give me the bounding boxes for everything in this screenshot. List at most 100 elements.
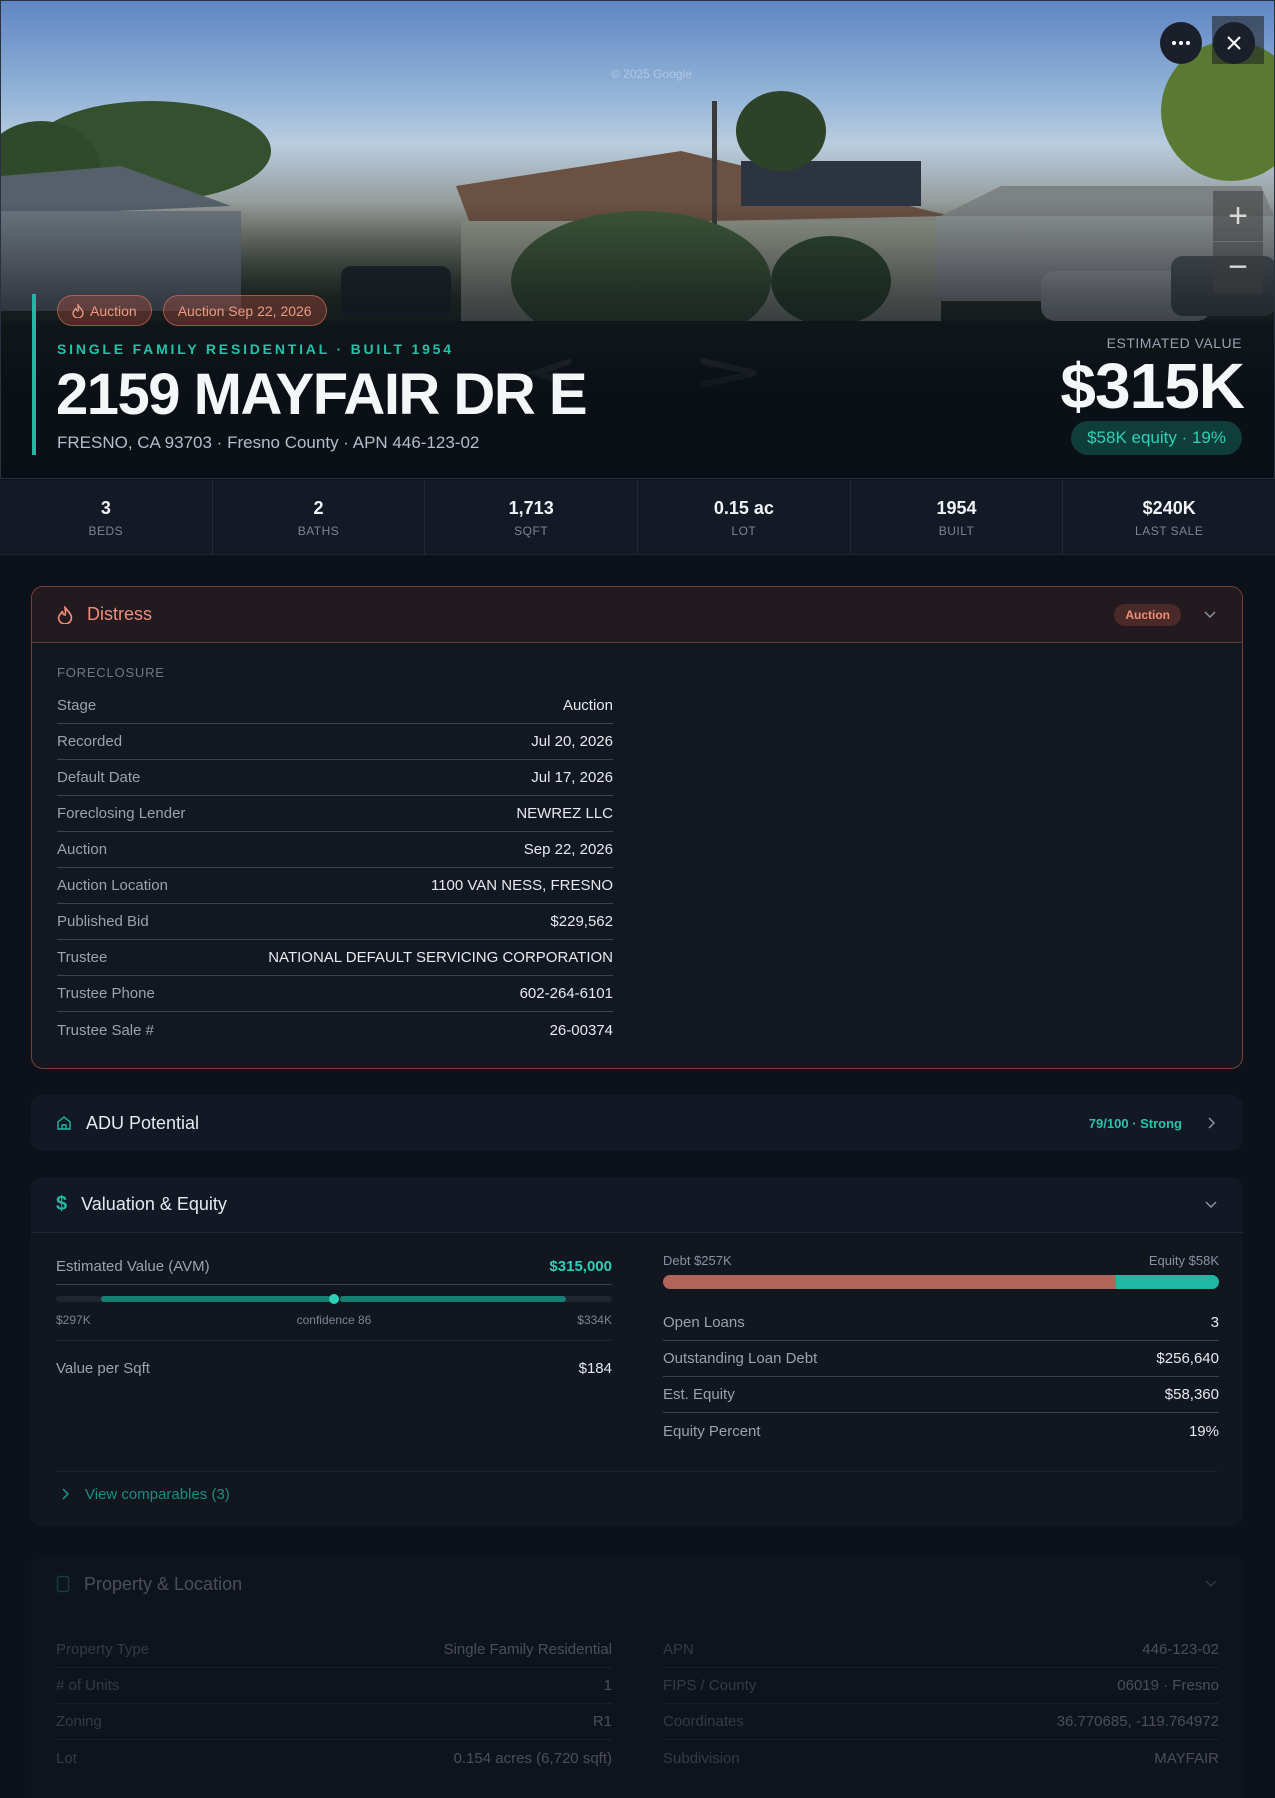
detail-value: Jul 17, 2026 [531, 769, 613, 786]
stat-label: LOT [731, 524, 757, 538]
equity-label: Equity $58K [1148, 1253, 1219, 1268]
detail-row: Stage Auction [57, 688, 613, 724]
hero-accent-bar [32, 294, 36, 455]
street-view-hero[interactable]: © 2025 Google + − Auction Auction Sep 22… [0, 0, 1275, 479]
detail-key: Auction Location [57, 877, 168, 894]
link-label: View comparables (3) [85, 1485, 230, 1503]
avm-value: $315,000 [549, 1258, 612, 1275]
detail-row: Default Date Jul 17, 2026 [57, 760, 613, 796]
zoom-controls: + − [1213, 191, 1263, 293]
detail-row: Property Type Single Family Residential [56, 1632, 612, 1668]
valuation-panel-header[interactable]: $ Valuation & Equity [31, 1177, 1243, 1233]
detail-value: MAYFAIR [1154, 1749, 1219, 1767]
zoom-out-icon[interactable]: − [1213, 242, 1263, 293]
close-button[interactable] [1213, 22, 1255, 64]
detail-value: Sep 22, 2026 [523, 841, 613, 858]
stat-value: 1954 [936, 498, 977, 518]
detail-row: Trustee Sale # 26-00374 [57, 1012, 613, 1048]
detail-value: 06019 · Fresno [1117, 1677, 1219, 1694]
detail-value: 1100 VAN NESS, FRESNO [430, 877, 613, 894]
panel-title: Property & Location [84, 1573, 243, 1594]
detail-key: APN [663, 1641, 694, 1658]
detail-key: Trustee Phone [57, 985, 155, 1002]
detail-key: Default Date [57, 769, 141, 786]
adu-potential-panel[interactable]: ADU Potential 79/100 · Strong [31, 1095, 1243, 1151]
equity-details: Open Loans 3 Outstanding Loan Debt $256,64… [663, 1305, 1219, 1449]
map-copyright: © 2025 Google [611, 67, 692, 81]
property-details-left: Property Type Single Family Residential #… [56, 1632, 612, 1776]
close-icon [1227, 36, 1241, 50]
detail-key: Est. Equity [663, 1386, 735, 1403]
property-subtitle: SINGLE FAMILY RESIDENTIAL · BUILT 1954 [57, 341, 454, 357]
home-icon [57, 1116, 71, 1130]
detail-value: NATIONAL DEFAULT SERVICING CORPORATION [268, 949, 613, 966]
detail-row: Recorded Jul 20, 2026 [57, 724, 613, 760]
detail-row: Foreclosing Lender NEWREZ LLC [57, 796, 613, 832]
detail-row: Auction Location 1100 VAN NESS, FRESNO [57, 868, 613, 904]
detail-value: 3 [1210, 1314, 1219, 1331]
chevron-down-icon[interactable] [1204, 1198, 1218, 1212]
detail-value: $256,640 [1156, 1350, 1219, 1367]
detail-value: 1 [603, 1677, 612, 1694]
distress-panel-header[interactable]: Distress Auction [32, 587, 1242, 643]
detail-key: Open Loans [663, 1314, 745, 1331]
chevron-right-icon [62, 1488, 70, 1500]
stat-label: LAST SALE [1135, 524, 1204, 538]
detail-row: Outstanding Loan Debt $256,640 [663, 1341, 1219, 1377]
stat-label: SQFT [514, 524, 549, 538]
distress-panel: Distress Auction FORECLOSURE Stage Auctio… [31, 586, 1243, 1069]
stat-label: BUILT [938, 524, 975, 538]
detail-value: 0.154 acres (6,720 sqft) [453, 1749, 612, 1767]
detail-value: R1 [592, 1713, 612, 1730]
detail-key: FIPS / County [663, 1677, 757, 1694]
detail-row: Trustee NATIONAL DEFAULT SERVICING CORPOR… [57, 940, 613, 976]
stat-value: 1,713 [508, 498, 554, 518]
chevron-down-icon[interactable] [1204, 1577, 1218, 1591]
detail-row: Estimated Value (AVM) $315,000 [56, 1249, 612, 1285]
panel-title: Valuation & Equity [81, 1194, 227, 1214]
property-stats: 3 BEDS 2 BATHS 1,713 SQFT 0.15 ac LOT 1954 BU… [0, 480, 1275, 555]
status-chip-auction[interactable]: Auction [57, 295, 152, 326]
status-chips: Auction Auction Sep 22, 2026 [57, 295, 327, 326]
range-confidence: confidence 86 [296, 1313, 372, 1327]
chevron-down-icon[interactable] [1203, 608, 1217, 622]
detail-row: Open Loans 3 [663, 1305, 1219, 1341]
range-high: $334K [577, 1313, 612, 1327]
stat-beds: 3 BEDS [0, 480, 213, 554]
flame-icon [72, 303, 84, 318]
stat-last-sale: $240K LAST SALE [1063, 480, 1275, 554]
detail-value: NEWREZ LLC [516, 805, 613, 822]
detail-row: Lot 0.154 acres (6,720 sqft) [56, 1740, 612, 1776]
property-panel-header[interactable]: Property & Location [31, 1555, 1243, 1613]
range-labels: $297K confidence 86 $334K [56, 1313, 612, 1327]
property-title: 2159 MAYFAIR DR E [56, 362, 588, 427]
range-fill-high [340, 1296, 566, 1302]
equity-bar-labels: Debt $257K Equity $58K [663, 1253, 1219, 1268]
detail-key: Equity Percent [663, 1422, 761, 1440]
stat-value: $240K [1142, 498, 1196, 518]
more-options-button[interactable] [1160, 22, 1202, 64]
status-chip-auction-date[interactable]: Auction Sep 22, 2026 [162, 295, 327, 326]
equity-badge: $58K equity · 19% [1071, 421, 1242, 455]
stat-built: 1954 BUILT [851, 480, 1064, 554]
divider [56, 1471, 1218, 1472]
detail-row: Published Bid $229,562 [57, 904, 613, 940]
detail-row: Value per Sqft $184 [56, 1340, 612, 1396]
debt-segment [663, 1275, 1117, 1289]
property-address: FRESNO, CA 93703 · Fresno County · APN 4… [57, 433, 480, 452]
adu-panel-header[interactable]: ADU Potential 79/100 · Strong [31, 1095, 1243, 1151]
stat-value: 2 [313, 498, 324, 518]
detail-value: Single Family Residential [443, 1641, 612, 1658]
view-comparables-link[interactable]: View comparables (3) [61, 1479, 230, 1509]
property-details-right: APN 446-123-02 FIPS / County 06019 · Fresn… [663, 1632, 1219, 1776]
equity-section: Debt $257K Equity $58K Open Loans 3 Outst… [663, 1253, 1219, 1449]
chevron-right-icon[interactable] [1204, 1116, 1218, 1130]
panel-title: Distress [87, 604, 153, 624]
detail-key: Subdivision [663, 1749, 740, 1767]
detail-key: Property Type [56, 1641, 150, 1658]
section-label: FORECLOSURE [57, 665, 165, 680]
zoom-in-icon[interactable]: + [1213, 191, 1263, 242]
detail-key: Stage [57, 697, 97, 714]
stat-label: BATHS [297, 524, 340, 538]
valuation-equity-panel: $ Valuation & Equity Estimated Value (AV… [31, 1177, 1243, 1527]
